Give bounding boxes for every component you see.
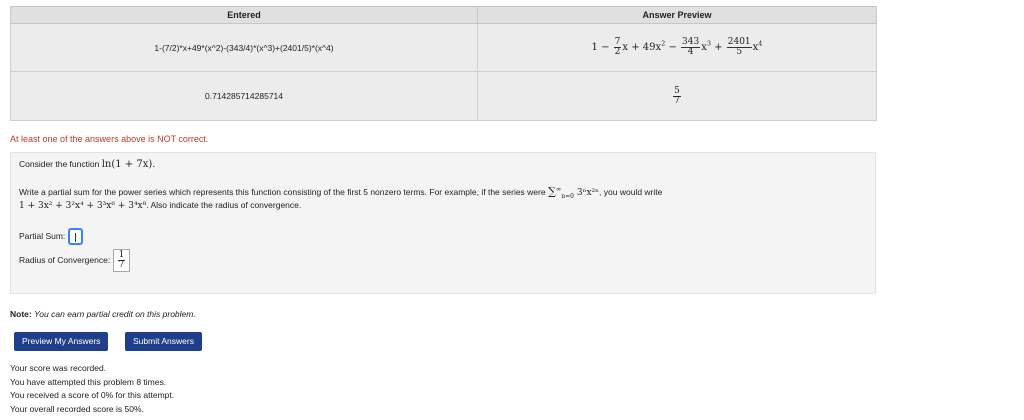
status-line: You received a score of 0% for this atte…	[10, 390, 175, 400]
status-line: Your overall recorded score is 50%.	[10, 403, 144, 414]
table-row: 0.714285714285714 57	[10, 71, 877, 121]
preview-expression: 1 − 72x + 49x2 − 343 4 x3 + 2401 5 x4	[591, 37, 763, 57]
radius-row: Radius of Convergence: 17	[19, 249, 131, 272]
results-table: Entered Answer Preview 1-(7/2)*x+49*(x^2…	[10, 6, 877, 121]
function-expression: ln(1 + 7x).	[101, 159, 156, 170]
status-line: Your score was recorded.	[10, 363, 107, 373]
status-line: You have attempted this problem 8 times.	[10, 376, 167, 387]
table-row: 1-(7/2)*x+49*(x^2)-(343/4)*(x^3)+(2401/5…	[10, 23, 877, 72]
entered-header: Entered	[10, 6, 478, 24]
preview-answers-button[interactable]: Preview My Answers	[14, 332, 109, 351]
score-status: Your score was recorded. You have attemp…	[10, 362, 174, 416]
fraction: 343 4	[681, 37, 701, 57]
preview-fraction: 57	[673, 85, 681, 106]
fraction: 2401 5	[726, 37, 752, 57]
radius-fraction: 17	[117, 250, 126, 270]
radius-label: Radius of Convergence:	[19, 254, 111, 265]
partial-sum-input[interactable]	[67, 228, 83, 245]
fraction: 72	[613, 37, 622, 57]
partial-sum-row: Partial Sum:	[19, 228, 83, 245]
entered-value-1: 1-(7/2)*x+49*(x^2)-(343/4)*(x^3)+(2401/5…	[10, 23, 478, 72]
example-sum: 1 + 3x² + 3²x⁴ + 3³x⁶ + 3⁴x⁸	[19, 201, 147, 211]
entered-value-2: 0.714285714285714	[10, 71, 478, 121]
problem-example: 1 + 3x² + 3²x⁴ + 3³x⁶ + 3⁴x⁸. Also indic…	[19, 200, 302, 211]
answer-preview-2: 57	[477, 71, 877, 121]
answer-preview-1: 1 − 72x + 49x2 − 343 4 x3 + 2401 5 x4	[477, 23, 877, 72]
submit-answers-button[interactable]: Submit Answers	[125, 332, 202, 351]
example-series: ∑∞n=0 3ⁿx²ⁿ	[547, 185, 600, 200]
problem-intro: Consider the function ln(1 + 7x).	[19, 159, 156, 170]
answer-preview-header: Answer Preview	[477, 6, 877, 24]
incorrect-alert: At least one of the answers above is NOT…	[10, 134, 209, 144]
partial-sum-label: Partial Sum:	[19, 230, 66, 241]
problem-instructions: Write a partial sum for the power series…	[19, 185, 663, 200]
partial-credit-note: Note: You can earn partial credit on thi…	[10, 309, 196, 319]
radius-input[interactable]: 17	[112, 249, 131, 272]
problem-body: Consider the function ln(1 + 7x). Write …	[10, 152, 876, 294]
